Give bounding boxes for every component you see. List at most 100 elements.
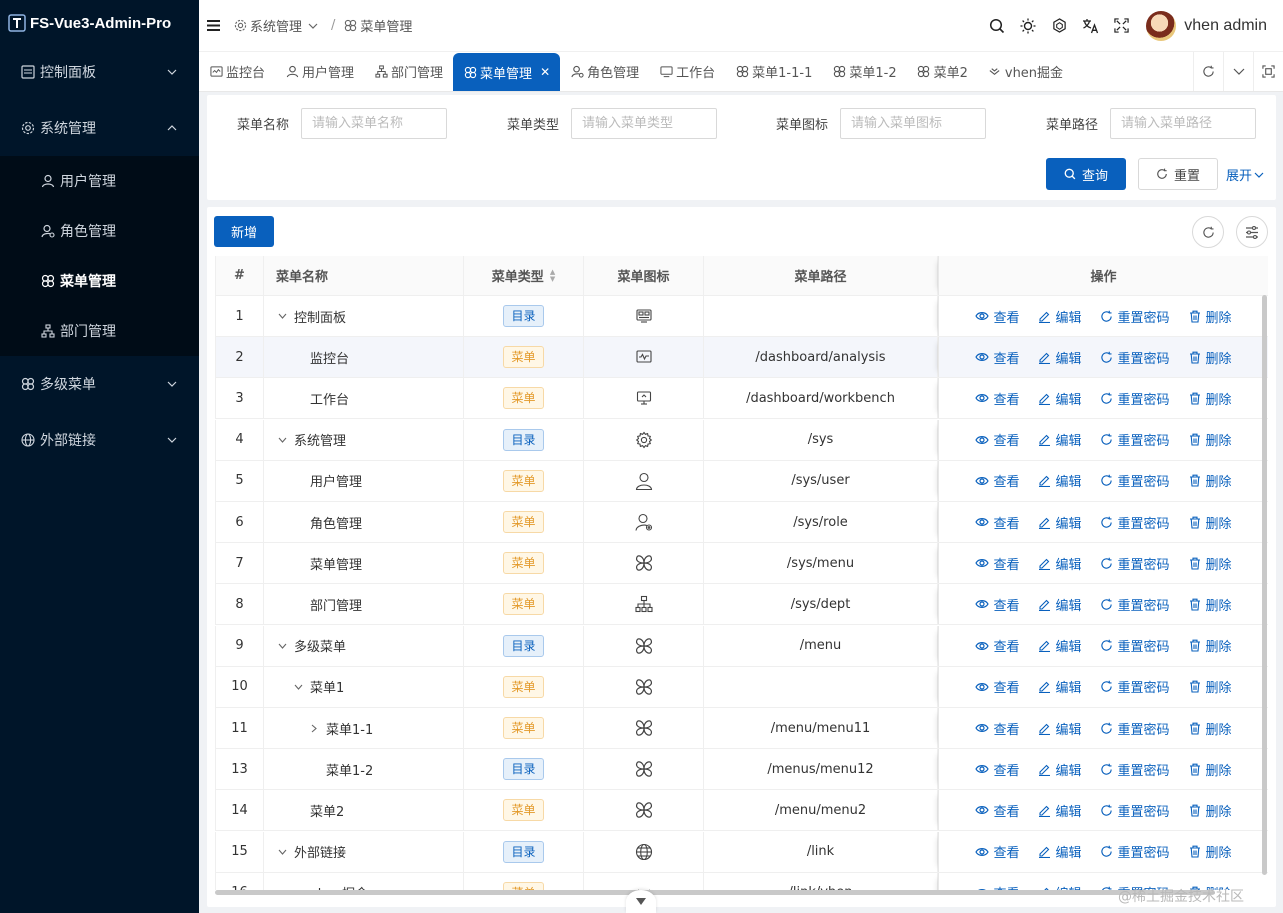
view-button[interactable]: 查看 (975, 677, 1019, 696)
reset-password-button[interactable]: 重置密码 (1100, 554, 1170, 573)
reset-password-button[interactable]: 重置密码 (1100, 801, 1170, 820)
sidebar-item-depts[interactable]: 部门管理 (0, 306, 199, 356)
vertical-scrollbar[interactable] (1262, 295, 1267, 875)
table-row[interactable]: 7 菜单管理 菜单/sys/menu 查看 编辑 重置密码 删除 (215, 543, 1268, 585)
table-row[interactable]: 6 角色管理 菜单/sys/role 查看 编辑 重置密码 删除 (215, 502, 1268, 543)
cube-icon[interactable] (1044, 11, 1074, 41)
delete-button[interactable]: 删除 (1188, 348, 1232, 367)
chevron-right-icon[interactable] (308, 724, 320, 733)
view-button[interactable]: 查看 (975, 430, 1019, 449)
edit-button[interactable]: 编辑 (1037, 554, 1082, 573)
reset-password-button[interactable]: 重置密码 (1100, 307, 1170, 326)
chevron-down-icon[interactable] (276, 437, 288, 443)
delete-button[interactable]: 删除 (1188, 719, 1232, 738)
sidebar-item-links[interactable]: 外部链接 (0, 412, 199, 468)
delete-button[interactable]: 删除 (1188, 842, 1232, 861)
app-logo[interactable]: FS-Vue3-Admin-Pro (0, 0, 199, 46)
tab-depts[interactable]: 部门管理 (364, 52, 453, 91)
reset-password-button[interactable]: 重置密码 (1100, 471, 1170, 490)
reset-password-button[interactable]: 重置密码 (1100, 595, 1170, 614)
sidebar-item-multilevel[interactable]: 多级菜单 (0, 356, 199, 412)
sidebar-item-users[interactable]: 用户管理 (0, 156, 199, 206)
reset-password-button[interactable]: 重置密码 (1100, 842, 1170, 861)
reset-password-button[interactable]: 重置密码 (1100, 636, 1170, 655)
delete-button[interactable]: 删除 (1188, 677, 1232, 696)
breadcrumb-item[interactable]: 系统管理 (250, 16, 302, 35)
edit-button[interactable]: 编辑 (1037, 595, 1082, 614)
edit-button[interactable]: 编辑 (1037, 719, 1082, 738)
sidebar-item-system[interactable]: 系统管理 (0, 100, 199, 156)
table-row[interactable]: 11 菜单1-1 菜单/menu/menu11 查看 编辑 重置密码 删除 (215, 708, 1268, 749)
reset-password-button[interactable]: 重置密码 (1100, 719, 1170, 738)
tab-menus[interactable]: 菜单管理 ✕ (453, 53, 561, 91)
edit-button[interactable]: 编辑 (1037, 677, 1082, 696)
collapse-footer-icon[interactable] (626, 890, 656, 913)
view-button[interactable]: 查看 (975, 801, 1019, 820)
delete-button[interactable]: 删除 (1188, 636, 1232, 655)
tab-users[interactable]: 用户管理 (275, 52, 364, 91)
user-menu[interactable]: vhen admin (1146, 10, 1267, 41)
refresh-icon[interactable] (1193, 52, 1223, 91)
chevron-down-icon[interactable] (1223, 52, 1253, 91)
view-button[interactable]: 查看 (975, 883, 1019, 890)
reset-password-button[interactable]: 重置密码 (1100, 513, 1170, 532)
view-button[interactable]: 查看 (975, 842, 1019, 861)
sort-icon[interactable]: ▲ ▼ (550, 268, 555, 283)
sun-icon[interactable] (1013, 11, 1043, 41)
view-button[interactable]: 查看 (975, 471, 1019, 490)
tab-juejin[interactable]: vhen掘金 (978, 52, 1073, 91)
close-icon[interactable]: ✕ (540, 65, 550, 79)
menu-name-input[interactable] (301, 108, 447, 139)
view-button[interactable]: 查看 (975, 307, 1019, 326)
reset-password-button[interactable]: 重置密码 (1100, 348, 1170, 367)
table-row[interactable]: 13 菜单1-2 目录/menus/menu12 查看 编辑 重置密码 删除 (215, 749, 1268, 791)
edit-button[interactable]: 编辑 (1037, 471, 1082, 490)
column-header-type[interactable]: 菜单类型 ▲ ▼ (464, 256, 584, 295)
delete-button[interactable]: 删除 (1188, 760, 1232, 779)
delete-button[interactable]: 删除 (1188, 801, 1232, 820)
tab-workbench[interactable]: 工作台 (649, 52, 725, 91)
tab-menu2[interactable]: 菜单2 (907, 52, 978, 91)
edit-button[interactable]: 编辑 (1037, 430, 1082, 449)
delete-button[interactable]: 删除 (1188, 471, 1232, 490)
edit-button[interactable]: 编辑 (1037, 348, 1082, 367)
chevron-down-icon[interactable] (276, 313, 288, 319)
add-button[interactable]: 新增 (214, 216, 274, 247)
chevron-down-icon[interactable] (292, 684, 304, 690)
expand-icon[interactable] (1253, 52, 1283, 91)
sidebar-item-roles[interactable]: 角色管理 (0, 206, 199, 256)
chevron-down-icon[interactable] (276, 643, 288, 649)
reset-button[interactable]: 重置 (1138, 158, 1218, 190)
sidebar-item-menus[interactable]: 菜单管理 (0, 256, 199, 306)
view-button[interactable]: 查看 (975, 595, 1019, 614)
chevron-down-icon[interactable] (306, 19, 320, 33)
reset-password-button[interactable]: 重置密码 (1100, 760, 1170, 779)
chevron-down-icon[interactable] (276, 849, 288, 855)
table-row[interactable]: 16vhen掘金菜单/link/vhen查看编辑重置密码删除 (215, 872, 1268, 890)
delete-button[interactable]: 删除 (1188, 595, 1232, 614)
menu-icon-input[interactable] (840, 108, 986, 139)
delete-button[interactable]: 删除 (1188, 513, 1232, 532)
view-button[interactable]: 查看 (975, 513, 1019, 532)
tab-monitor[interactable]: 监控台 (199, 52, 275, 91)
view-button[interactable]: 查看 (975, 348, 1019, 367)
query-button[interactable]: 查询 (1046, 158, 1126, 190)
reset-password-button[interactable]: 重置密码 (1100, 389, 1170, 408)
menu-path-input[interactable] (1110, 108, 1256, 139)
edit-button[interactable]: 编辑 (1037, 389, 1082, 408)
view-button[interactable]: 查看 (975, 719, 1019, 738)
edit-button[interactable]: 编辑 (1037, 513, 1082, 532)
view-button[interactable]: 查看 (975, 554, 1019, 573)
translate-icon[interactable] (1075, 11, 1105, 41)
table-row[interactable]: 4 系统管理 目录/sys 查看 编辑 重置密码 删除 (215, 419, 1268, 461)
delete-button[interactable]: 删除 (1188, 307, 1232, 326)
edit-button[interactable]: 编辑 (1037, 636, 1082, 655)
table-row[interactable]: 5 用户管理 菜单/sys/user 查看 编辑 重置密码 删除 (215, 460, 1268, 502)
edit-button[interactable]: 编辑 (1037, 842, 1082, 861)
table-refresh-icon[interactable] (1192, 216, 1224, 248)
table-row[interactable]: 14 菜单2 菜单/menu/menu2 查看 编辑 重置密码 删除 (215, 790, 1268, 832)
edit-button[interactable]: 编辑 (1037, 801, 1082, 820)
view-button[interactable]: 查看 (975, 636, 1019, 655)
delete-button[interactable]: 删除 (1188, 430, 1232, 449)
reset-password-button[interactable]: 重置密码 (1100, 430, 1170, 449)
